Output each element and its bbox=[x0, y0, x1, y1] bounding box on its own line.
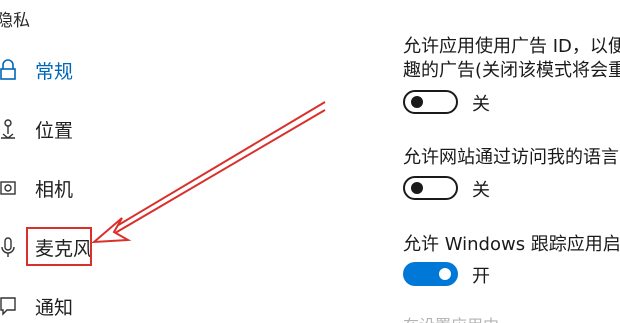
sidebar-item-camera[interactable]: 相机 bbox=[0, 170, 160, 206]
toggle-knob bbox=[411, 96, 423, 108]
lock-icon bbox=[0, 59, 16, 81]
ad-id-toggle[interactable] bbox=[403, 90, 458, 114]
tracking-toggle[interactable] bbox=[403, 262, 458, 286]
sidebar-item-label: 相机 bbox=[35, 178, 74, 201]
tracking-description: 允许 Windows 跟踪应用启 bbox=[403, 234, 620, 255]
language-description: 允许网站通过访问我的语言 bbox=[403, 147, 619, 168]
sidebar-item-notifications[interactable]: 通知 bbox=[0, 288, 160, 323]
tracking-toggle-state: 开 bbox=[472, 266, 490, 287]
sidebar-item-label: 常规 bbox=[35, 60, 74, 83]
sidebar-item-location[interactable]: 位置 bbox=[0, 111, 160, 147]
settings-hint-text: 在设置应用中 bbox=[403, 312, 499, 323]
ad-id-toggle-state: 关 bbox=[472, 94, 490, 115]
notification-icon bbox=[0, 295, 16, 317]
annotation-highlight-box bbox=[26, 227, 92, 266]
sidebar-item-label: 位置 bbox=[35, 119, 74, 142]
location-icon bbox=[0, 118, 16, 140]
toggle-knob bbox=[439, 268, 451, 280]
ad-id-description-line2: 趣的广告(关闭该模式将会重 bbox=[403, 60, 620, 81]
language-toggle[interactable] bbox=[403, 176, 458, 200]
sidebar-item-general[interactable]: 常规 bbox=[0, 52, 160, 88]
language-toggle-state: 关 bbox=[472, 180, 490, 201]
toggle-knob bbox=[411, 182, 423, 194]
section-title: 隐私 bbox=[0, 11, 30, 31]
ad-id-description: 允许应用使用广告 ID，以便 bbox=[403, 36, 620, 57]
camera-icon bbox=[0, 177, 16, 199]
microphone-icon bbox=[0, 236, 16, 258]
sidebar-item-label: 通知 bbox=[35, 296, 74, 319]
